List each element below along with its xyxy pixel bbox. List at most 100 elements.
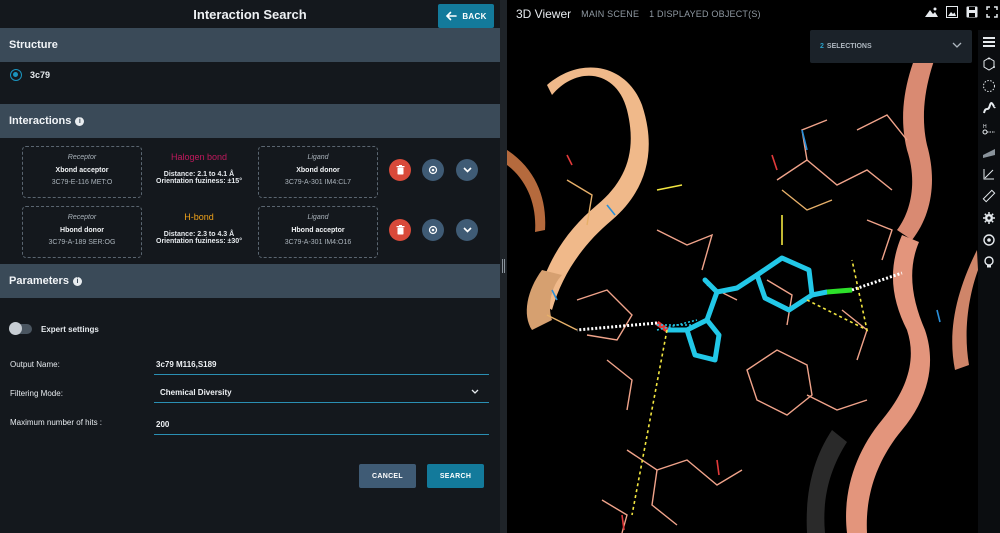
distance-range: Distance: 2.3 to 4.3 Å — [163, 231, 235, 238]
3d-viewer[interactable]: 3D Viewer MAIN SCENE 1 DISPLAYED OBJECT(… — [507, 0, 1000, 533]
output-name-field[interactable] — [154, 355, 489, 375]
parameters-header: Parameters i — [0, 264, 500, 298]
expert-toggle[interactable] — [9, 322, 32, 335]
output-name-input[interactable] — [156, 360, 489, 369]
expand-interaction-button[interactable] — [456, 219, 478, 241]
polar-contact-line — [631, 329, 668, 516]
ligand-role: Ligand — [307, 154, 329, 161]
filtering-mode-select[interactable]: Chemical Diversity — [154, 383, 489, 403]
save-icon[interactable] — [966, 6, 978, 18]
distance-range: Distance: 2.1 to 4.1 Å — [163, 171, 235, 178]
structure-option-label: 3c79 — [30, 70, 51, 80]
bulb-icon[interactable] — [981, 254, 997, 270]
grid-icon[interactable] — [981, 144, 997, 160]
protein-ribbon — [806, 430, 847, 533]
expand-interaction-button[interactable] — [456, 159, 478, 181]
hbond-icon[interactable]: H — [981, 122, 997, 138]
structure-option[interactable]: 3c79 — [10, 69, 50, 81]
info-icon[interactable]: i — [75, 116, 85, 126]
heteroatoms — [551, 129, 941, 531]
molecule-icon[interactable] — [981, 56, 997, 72]
focus-interaction-button[interactable] — [422, 219, 444, 241]
panel-title: Interaction Search — [193, 7, 307, 22]
target-icon — [428, 165, 438, 175]
filtering-mode-value: Chemical Diversity — [160, 388, 232, 397]
max-hits-field[interactable] — [154, 415, 489, 435]
ruler-icon[interactable] — [981, 188, 997, 204]
interaction-type: Halogen bond Distance: 2.1 to 4.1 Å Orie… — [148, 150, 250, 185]
info-icon[interactable]: i — [72, 276, 82, 286]
landscape-icon[interactable] — [925, 6, 938, 18]
ligand-halogen — [826, 287, 853, 295]
chevron-down-icon — [471, 389, 479, 394]
interaction-type: H-bond Distance: 2.3 to 4.3 Å Orientatio… — [148, 210, 250, 245]
viewer-header-icons — [925, 6, 998, 18]
ligand-box[interactable]: Ligand Hbond acceptor 3C79-A-301 IM4:O16 — [258, 206, 378, 258]
settings-icon[interactable] — [981, 210, 997, 226]
chevron-down-icon — [952, 42, 962, 48]
image-icon[interactable] — [946, 6, 958, 18]
interaction-row: Receptor Hbond donor 3C79-A-189 SER:OG H… — [0, 200, 500, 260]
structure-title: Structure — [9, 39, 58, 51]
receptor-box[interactable]: Receptor Hbond donor 3C79-A-189 SER:OG — [22, 206, 142, 258]
delete-interaction-button[interactable] — [389, 159, 411, 181]
receptor-residue: 3C79-E-116 MET:O — [51, 179, 113, 186]
protein-ribbon — [846, 235, 931, 533]
back-label: BACK — [462, 11, 487, 21]
protein-ribbon — [952, 250, 978, 370]
expert-settings[interactable]: Expert settings — [9, 322, 99, 335]
fullscreen-icon[interactable] — [986, 6, 998, 18]
surface-icon[interactable] — [981, 78, 997, 94]
search-button[interactable]: SEARCH — [427, 464, 484, 488]
target-icon[interactable] — [981, 232, 997, 248]
protein-ribbon — [507, 150, 546, 232]
back-button[interactable]: BACK — [438, 4, 494, 28]
measure-icon[interactable] — [981, 166, 997, 182]
cancel-button[interactable]: CANCEL — [359, 464, 416, 488]
interaction-type-label: H-bond — [184, 212, 214, 222]
menu-icon[interactable] — [981, 34, 997, 50]
hbond-line — [576, 321, 658, 332]
interactions-title: Interactions — [9, 115, 72, 127]
focus-interaction-button[interactable] — [422, 159, 444, 181]
max-hits-label: Maximum number of hits : — [10, 418, 103, 427]
viewer-toolbar: H — [978, 30, 1000, 533]
displayed-objects: 1 DISPLAYED OBJECT(S) — [649, 9, 761, 19]
selections-dropdown[interactable]: 2 SELECTIONS — [810, 30, 972, 63]
target-icon — [428, 225, 438, 235]
ribbon-icon[interactable] — [981, 100, 997, 116]
scene-name[interactable]: MAIN SCENE — [581, 9, 639, 19]
chevron-down-icon — [462, 167, 472, 173]
splitter-grip-icon[interactable] — [502, 259, 505, 273]
ligand — [664, 255, 830, 363]
interaction-search-panel: Interaction Search BACK Structure 3c79 I… — [0, 0, 500, 533]
chevron-down-icon — [462, 227, 472, 233]
molecule-scene[interactable] — [507, 30, 978, 533]
receptor-kind: Xbond acceptor — [55, 167, 109, 174]
ligand-kind: Xbond donor — [296, 167, 340, 174]
orientation-fuzziness: Orientation fuziness: ±30° — [156, 238, 242, 245]
panel-splitter[interactable] — [500, 0, 507, 533]
ligand-role: Ligand — [307, 214, 329, 221]
ligand-residue: 3C79-A-301 IM4:O16 — [284, 239, 352, 246]
receptor-box[interactable]: Receptor Xbond acceptor 3C79-E-116 MET:O — [22, 146, 142, 198]
interaction-type-label: Halogen bond — [170, 152, 228, 162]
ligand-box[interactable]: Ligand Xbond donor 3C79-A-301 IM4:CL7 — [258, 146, 378, 198]
ligand-kind: Hbond acceptor — [291, 227, 345, 234]
structure-header: Structure — [0, 28, 500, 62]
radio-selected[interactable] — [10, 69, 22, 81]
orientation-fuzziness: Orientation fuziness: ±15° — [156, 178, 242, 185]
panel-header: Interaction Search BACK — [0, 0, 500, 30]
delete-interaction-button[interactable] — [389, 219, 411, 241]
trash-icon — [396, 165, 404, 175]
receptor-residue: 3C79-A-189 SER:OG — [48, 239, 116, 246]
arrow-left-icon — [446, 11, 458, 21]
svg-text:H: H — [983, 124, 987, 130]
parameters-title: Parameters — [9, 275, 69, 287]
max-hits-input[interactable] — [156, 420, 489, 429]
receptor-role: Receptor — [67, 214, 97, 221]
receptor-role: Receptor — [67, 154, 97, 161]
viewer-title: 3D Viewer — [516, 7, 572, 21]
interaction-row: Receptor Xbond acceptor 3C79-E-116 MET:O… — [0, 140, 500, 200]
selections-count: 2 — [820, 43, 824, 50]
